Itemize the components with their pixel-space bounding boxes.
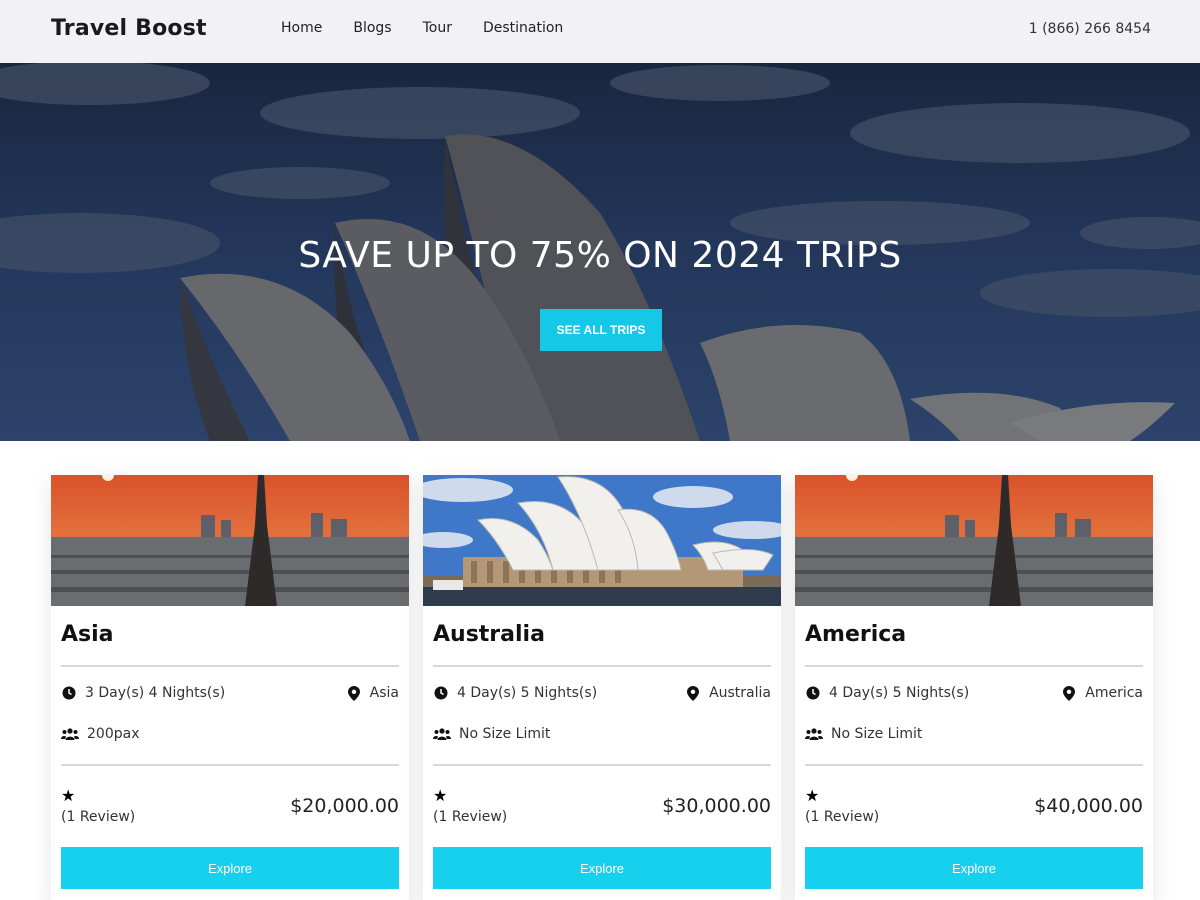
trip-price: $40,000.00 [1034,795,1143,817]
divider [61,665,399,667]
trip-duration: 4 Day(s) 5 Nights(s) [457,685,598,701]
paris-sunset-image [51,475,409,606]
trip-location: America [1085,685,1143,701]
trip-group-row: No Size Limit [433,726,771,746]
trip-group-row: No Size Limit [805,726,1143,746]
trip-title[interactable]: Australia [433,622,545,647]
map-pin-icon [346,685,362,701]
divider [805,764,1143,766]
trip-price: $20,000.00 [290,795,399,817]
trip-card-image[interactable] [51,475,409,606]
see-all-trips-button[interactable]: SEE ALL TRIPS [540,309,662,351]
trip-reviews[interactable]: (1 Review) [805,809,879,825]
trip-meta-row: 3 Day(s) 4 Nights(s) Asia [61,685,399,705]
phone-number[interactable]: 1 (866) 266 8454 [1029,21,1151,37]
nav-blogs[interactable]: Blogs [353,20,391,36]
clock-icon [433,685,449,701]
nav-tour[interactable]: Tour [423,20,452,36]
trip-card: Asia 3 Day(s) 4 Nights(s) Asia 200pax ★ … [51,475,409,900]
trip-group-size: No Size Limit [459,726,551,742]
trip-group-row: 200pax [61,726,399,746]
divider [805,665,1143,667]
explore-button[interactable]: Explore [61,847,399,889]
sydney-opera-house-image [423,475,781,606]
trip-group-size: 200pax [87,726,140,742]
clock-icon [61,685,77,701]
divider [433,665,771,667]
trip-duration: 4 Day(s) 5 Nights(s) [829,685,970,701]
users-icon [433,726,451,742]
trip-card-image[interactable] [795,475,1153,606]
star-icon: ★ [805,786,820,805]
explore-button[interactable]: Explore [433,847,771,889]
divider [433,764,771,766]
users-icon [61,726,79,742]
trip-card: America 4 Day(s) 5 Nights(s) America No … [795,475,1153,900]
star-icon: ★ [433,786,448,805]
trip-reviews[interactable]: (1 Review) [61,809,135,825]
paris-sunset-image [795,475,1153,606]
star-icon: ★ [61,786,76,805]
trip-reviews[interactable]: (1 Review) [433,809,507,825]
users-icon [805,726,823,742]
hero-banner: SAVE UP TO 75% ON 2024 TRIPS SEE ALL TRI… [0,63,1200,441]
hero-title: SAVE UP TO 75% ON 2024 TRIPS [298,235,902,276]
trip-card: Australia 4 Day(s) 5 Nights(s) Australia… [423,475,781,900]
clock-icon [805,685,821,701]
nav-home[interactable]: Home [281,20,322,36]
trip-title[interactable]: Asia [61,622,114,647]
map-pin-icon [685,685,701,701]
trip-price: $30,000.00 [662,795,771,817]
site-logo[interactable]: Travel Boost [51,16,207,41]
main-nav: Home Blogs Tour Destination [281,20,594,36]
explore-button[interactable]: Explore [805,847,1143,889]
divider [61,764,399,766]
trip-meta-row: 4 Day(s) 5 Nights(s) Australia [433,685,771,705]
nav-destination[interactable]: Destination [483,20,563,36]
trip-meta-row: 4 Day(s) 5 Nights(s) America [805,685,1143,705]
trip-location: Asia [369,685,399,701]
trip-title[interactable]: America [805,622,906,647]
trip-group-size: No Size Limit [831,726,923,742]
site-header: Travel Boost Home Blogs Tour Destination… [0,0,1200,63]
map-pin-icon [1061,685,1077,701]
trip-duration: 3 Day(s) 4 Nights(s) [85,685,226,701]
trip-location: Australia [709,685,771,701]
trip-card-image[interactable] [423,475,781,606]
